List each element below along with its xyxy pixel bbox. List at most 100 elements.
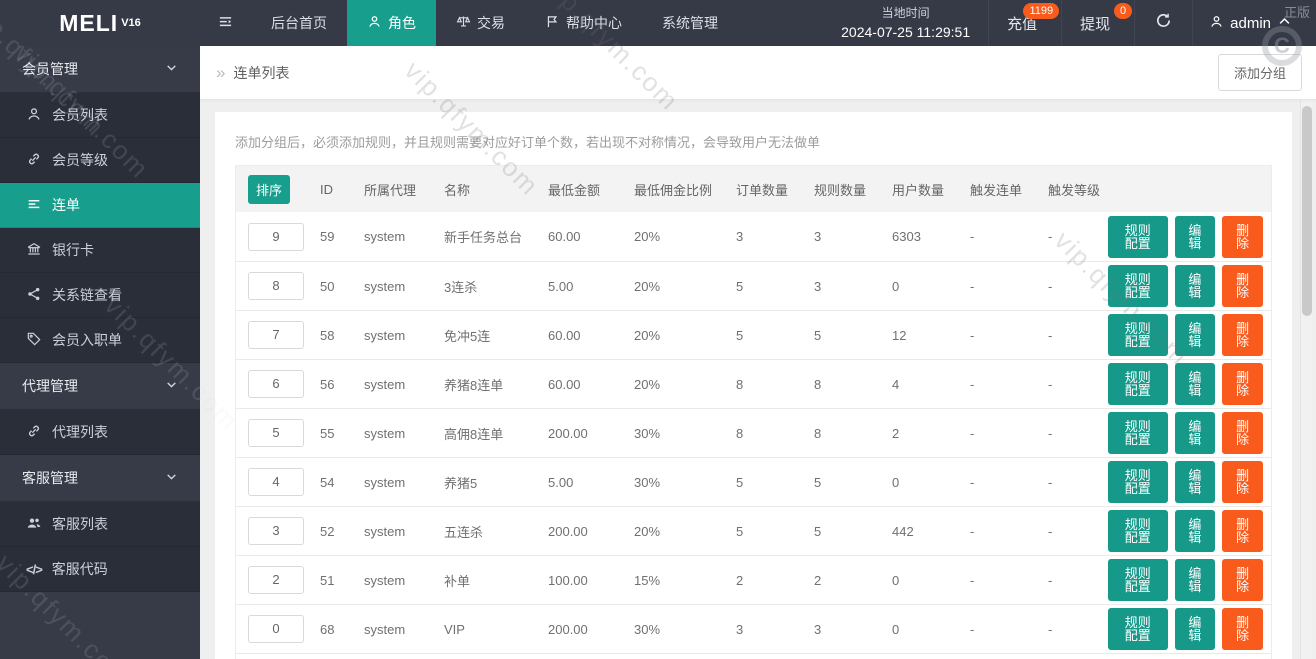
sidebar-item-member-list[interactable]: 会员列表 bbox=[0, 93, 200, 138]
rule-config-button[interactable]: 规则配置 bbox=[1108, 216, 1168, 258]
sort-input[interactable]: 9 bbox=[248, 223, 304, 251]
edit-button[interactable]: 编辑 bbox=[1175, 510, 1216, 552]
sidebar-item-relation-chain[interactable]: 关系链查看 bbox=[0, 273, 200, 318]
cell-id: 52 bbox=[320, 524, 364, 539]
sidebar-item-service-list[interactable]: 客服列表 bbox=[0, 502, 200, 547]
sort-input[interactable]: 2 bbox=[248, 566, 304, 594]
nav-trade[interactable]: 交易 bbox=[436, 0, 525, 46]
edit-button[interactable]: 编辑 bbox=[1175, 314, 1216, 356]
sidebar-item-liandan[interactable]: 连单 bbox=[0, 183, 200, 228]
recharge-button[interactable]: 充值 1199 bbox=[988, 0, 1061, 46]
edit-button[interactable]: 编辑 bbox=[1175, 559, 1216, 601]
cell-commission: 15% bbox=[634, 573, 736, 588]
header-orders: 订单数量 bbox=[736, 180, 814, 199]
rule-config-button[interactable]: 规则配置 bbox=[1108, 510, 1168, 552]
delete-button[interactable]: 删除 bbox=[1222, 314, 1263, 356]
header-users: 用户数量 bbox=[892, 180, 970, 199]
menu-collapse-button[interactable] bbox=[200, 0, 251, 46]
sidebar-item-service-code[interactable]: </> 客服代码 bbox=[0, 547, 200, 592]
sidebar-group-member[interactable]: 会员管理 bbox=[0, 46, 200, 93]
sidebar-item-agent-list[interactable]: 代理列表 bbox=[0, 410, 200, 455]
delete-button[interactable]: 删除 bbox=[1222, 510, 1263, 552]
header-commission: 最低佣金比例 bbox=[634, 180, 736, 199]
cell-min_amount: 60.00 bbox=[548, 229, 634, 244]
cell-trigger_level: - bbox=[1048, 622, 1108, 637]
cell-rules: 5 bbox=[814, 524, 892, 539]
sort-input[interactable]: 7 bbox=[248, 321, 304, 349]
chevron-down-icon bbox=[165, 470, 178, 486]
sidebar-group-service[interactable]: 客服管理 bbox=[0, 455, 200, 502]
header-min-amount: 最低金额 bbox=[548, 180, 634, 199]
sort-header-badge: 排序 bbox=[248, 175, 290, 204]
cell-min_amount: 200.00 bbox=[548, 524, 634, 539]
delete-button[interactable]: 删除 bbox=[1222, 363, 1263, 405]
delete-button[interactable]: 删除 bbox=[1222, 412, 1263, 454]
rule-config-button[interactable]: 规则配置 bbox=[1108, 363, 1168, 405]
scrollbar-thumb[interactable] bbox=[1302, 106, 1312, 316]
cell-trigger_chain: - bbox=[970, 475, 1048, 490]
delete-button[interactable]: 删除 bbox=[1222, 608, 1263, 650]
sidebar-item-member-level[interactable]: 会员等级 bbox=[0, 138, 200, 183]
withdraw-button[interactable]: 提现 0 bbox=[1061, 0, 1134, 46]
sort-input[interactable]: 5 bbox=[248, 419, 304, 447]
refresh-button[interactable] bbox=[1134, 0, 1192, 46]
sidebar-item-bank-card[interactable]: 银行卡 bbox=[0, 228, 200, 273]
rule-config-button[interactable]: 规则配置 bbox=[1108, 559, 1168, 601]
sort-input[interactable]: 4 bbox=[248, 468, 304, 496]
sort-input[interactable]: 6 bbox=[248, 370, 304, 398]
sidebar-item-label: 关系链查看 bbox=[52, 285, 122, 305]
cell-id: 51 bbox=[320, 573, 364, 588]
row-actions: 规则配置编辑删除 bbox=[1108, 461, 1263, 503]
edit-button[interactable]: 编辑 bbox=[1175, 265, 1216, 307]
edit-button[interactable]: 编辑 bbox=[1175, 216, 1216, 258]
cell-trigger_level: - bbox=[1048, 328, 1108, 343]
delete-button[interactable]: 删除 bbox=[1222, 265, 1263, 307]
rule-config-button[interactable]: 规则配置 bbox=[1108, 608, 1168, 650]
delete-button[interactable]: 删除 bbox=[1222, 559, 1263, 601]
cell-commission: 30% bbox=[634, 475, 736, 490]
nav-home[interactable]: 后台首页 bbox=[251, 0, 347, 46]
group-table: 排序 ID 所属代理 名称 最低金额 最低佣金比例 订单数量 规则数量 用户数量… bbox=[235, 165, 1272, 659]
local-time: 当地时间 2024-07-25 11:29:51 bbox=[823, 0, 988, 46]
sidebar-group-agent[interactable]: 代理管理 bbox=[0, 363, 200, 410]
app-logo: MELI V16 bbox=[0, 0, 200, 46]
sidebar-item-label: 会员等级 bbox=[52, 150, 108, 170]
cell-agent: system bbox=[364, 475, 444, 490]
add-group-button[interactable]: 添加分组 bbox=[1218, 54, 1302, 91]
cell-trigger_chain: - bbox=[970, 279, 1048, 294]
cell-commission: 20% bbox=[634, 524, 736, 539]
edit-button[interactable]: 编辑 bbox=[1175, 412, 1216, 454]
edit-button[interactable]: 编辑 bbox=[1175, 363, 1216, 405]
cell-name: 新手任务总台 bbox=[444, 227, 548, 246]
nav-system[interactable]: 系统管理 bbox=[642, 0, 738, 46]
table-row: 251system补单100.0015%220--规则配置编辑删除 bbox=[236, 555, 1271, 604]
cell-users: 0 bbox=[892, 573, 970, 588]
sidebar-item-label: 银行卡 bbox=[52, 240, 94, 260]
table-row: 656system养猪8连单60.0020%884--规则配置编辑删除 bbox=[236, 359, 1271, 408]
nav-role[interactable]: 角色 bbox=[347, 0, 436, 46]
logo-version: V16 bbox=[121, 17, 141, 29]
cell-agent: system bbox=[364, 426, 444, 441]
cell-id: 56 bbox=[320, 377, 364, 392]
edit-button[interactable]: 编辑 bbox=[1175, 461, 1216, 503]
people-icon bbox=[26, 515, 42, 534]
rule-config-button[interactable]: 规则配置 bbox=[1108, 265, 1168, 307]
sort-input[interactable]: 8 bbox=[248, 272, 304, 300]
cell-name: 免冲5连 bbox=[444, 326, 548, 345]
sidebar-item-member-entry[interactable]: 会员入职单 bbox=[0, 318, 200, 363]
rule-config-button[interactable]: 规则配置 bbox=[1108, 461, 1168, 503]
cell-commission: 30% bbox=[634, 426, 736, 441]
group-label: 客服管理 bbox=[22, 468, 78, 488]
sort-input[interactable]: 0 bbox=[248, 615, 304, 643]
row-actions: 规则配置编辑删除 bbox=[1108, 314, 1263, 356]
delete-button[interactable]: 删除 bbox=[1222, 461, 1263, 503]
vertical-scrollbar[interactable] bbox=[1300, 100, 1312, 659]
rule-config-button[interactable]: 规则配置 bbox=[1108, 412, 1168, 454]
nav-help[interactable]: 帮助中心 bbox=[525, 0, 642, 46]
cell-id: 54 bbox=[320, 475, 364, 490]
cell-agent: system bbox=[364, 279, 444, 294]
edit-button[interactable]: 编辑 bbox=[1175, 608, 1216, 650]
sort-input[interactable]: 3 bbox=[248, 517, 304, 545]
delete-button[interactable]: 删除 bbox=[1222, 216, 1263, 258]
rule-config-button[interactable]: 规则配置 bbox=[1108, 314, 1168, 356]
